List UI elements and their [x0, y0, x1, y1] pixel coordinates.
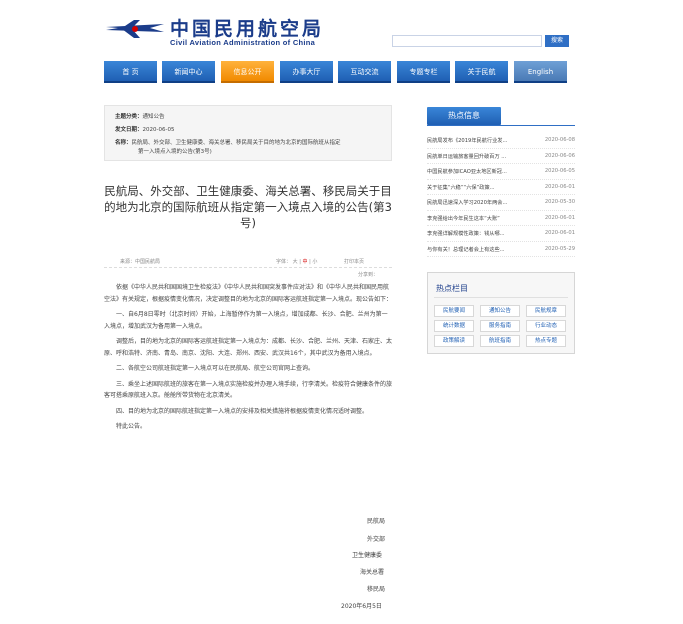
- site-title-en: Civil Aviation Administration of China: [170, 38, 316, 47]
- hot-item-date: 2020-05-30: [544, 199, 575, 205]
- article-paragraph: 三、乘坐上述国际航班的旅客在第一入境点实施检疫并办理入境手续，行李清关。检疫符合…: [104, 380, 393, 400]
- meta-date-value: 2020-06-05: [142, 127, 175, 133]
- article-paragraph: 特此公告。: [116, 423, 147, 430]
- hot-item-title[interactable]: 民航单日运输旅客量回升破百万 ...: [427, 153, 527, 160]
- hot-columns-box: 热点栏目 民航要闻 通知公告 民航规章 统计数据 服务指南 行业动态 政策解读 …: [427, 272, 575, 354]
- list-item[interactable]: 民航单日运输旅客量回升破百万 ... 2020-06-06: [427, 149, 575, 164]
- site-header: 中国民用航空局 Civil Aviation Administration of…: [0, 0, 683, 62]
- meta-date-label: 发文日期：: [115, 127, 143, 133]
- article-paragraph: 二、各航空公司航班指定第一入境点可以在民航局、航空公司官网上查询。: [116, 365, 315, 372]
- hot-item-date: 2020-06-05: [544, 168, 575, 174]
- article-paragraph: 四、目的地为北京的国际航班指定第一入境点的安排及相关措施将根据疫情变化情况适时调…: [116, 407, 369, 415]
- plane-logo-icon: [106, 20, 164, 38]
- list-item[interactable]: 民航局发布《2019年民航行业发... 2020-06-08: [427, 133, 575, 149]
- hot-info-title: 热点信息: [427, 107, 501, 125]
- search-button[interactable]: 搜索: [545, 35, 569, 47]
- meta-name-label: 名称：: [115, 140, 132, 146]
- hot-item-title[interactable]: 中国民航参加ICAO亚太地区新冠...: [427, 168, 527, 175]
- nav-topics[interactable]: 专题专栏: [397, 61, 450, 83]
- hot-item-date: 2020-06-01: [544, 183, 575, 190]
- signature-nia: 移民局: [367, 586, 386, 593]
- column-link-news[interactable]: 民航要闻: [434, 305, 474, 317]
- column-link-topics[interactable]: 热点专题: [526, 335, 566, 347]
- search-input[interactable]: [392, 35, 542, 47]
- font-large-button[interactable]: 大: [293, 259, 298, 265]
- column-link-notices[interactable]: 通知公告: [480, 305, 520, 317]
- list-item[interactable]: 中国民航参加ICAO亚太地区新冠... 2020-06-05: [427, 164, 575, 180]
- hot-item-title[interactable]: 李克强详解规模性政策：钱从哪...: [427, 230, 527, 237]
- list-item[interactable]: 李克强详解规模性政策：钱从哪... 2020-06-01: [427, 226, 575, 242]
- meta-subject-label: 主题分类：: [115, 114, 143, 120]
- font-medium-button[interactable]: 中: [303, 259, 308, 265]
- nav-about[interactable]: 关于民航: [455, 61, 508, 83]
- column-link-flight-guide[interactable]: 航班指南: [480, 335, 520, 347]
- hot-item-title[interactable]: 关于征集“六稳”“六保”政策...: [427, 184, 527, 191]
- hot-item-date: 2020-06-08: [544, 137, 575, 143]
- print-button[interactable]: 打印本页: [344, 258, 364, 265]
- font-label: 字体：: [276, 259, 292, 265]
- nav-news[interactable]: 新闻中心: [162, 61, 215, 83]
- list-item[interactable]: 关于征集“六稳”“六保”政策... 2020-06-01: [427, 180, 575, 195]
- nav-home[interactable]: 首 页: [104, 61, 157, 83]
- site-logo[interactable]: 中国民用航空局 Civil Aviation Administration of…: [104, 14, 344, 48]
- main-nav: 首 页 新闻中心 信息公开 办事大厅 互动交流 专题专栏 关于民航 Englis…: [104, 61, 570, 83]
- article-paragraph: 调整后，目的地为北京的国际客运航班指定第一入境点为：成都、长沙、合肥、兰州、天津…: [104, 338, 393, 357]
- hot-item-date: 2020-06-06: [544, 152, 575, 159]
- meta-name-value-1: 民航局、外交部、卫生健康委、海关总署、移民局关于目的地为北京的国际航班从指定: [131, 140, 341, 146]
- list-item[interactable]: 民航局迅速深入学习2020年两会... 2020-05-30: [427, 195, 575, 211]
- article-paragraph: 一、自6月8日零时（北京时间）开始，上海暂停作为第一入境点，增加成都、长沙、合肥…: [104, 311, 388, 330]
- nav-interaction[interactable]: 互动交流: [338, 61, 391, 83]
- hot-item-title[interactable]: 民航局迅速深入学习2020年两会...: [427, 199, 527, 206]
- list-item[interactable]: 李克强给出今年民生这本“大账” 2020-06-01: [427, 211, 575, 226]
- meta-name: 名称：民航局、外交部、卫生健康委、海关总署、移民局关于目的地为北京的国际航班从指…: [115, 138, 341, 146]
- article-toolbar: 来源：中国民航局 字体： 大 | 中 | 小 打印本页: [104, 256, 392, 268]
- hot-info-list: 民航局发布《2019年民航行业发... 2020-06-08 民航单日运输旅客量回…: [427, 133, 575, 257]
- font-small-button[interactable]: 小: [312, 259, 317, 265]
- hot-item-date: 2020-05-29: [544, 245, 575, 252]
- column-link-industry[interactable]: 行业动态: [526, 320, 566, 332]
- font-size-control: 字体： 大 | 中 | 小: [276, 259, 318, 265]
- share-label: 分享到：: [358, 272, 379, 278]
- article-title: 民航局、外交部、卫生健康委、海关总署、移民局关于目的地为北京的国际航班从指定第一…: [104, 184, 392, 230]
- nav-english[interactable]: English: [514, 61, 567, 83]
- signature-date: 2020年6月5日: [341, 603, 382, 610]
- article-source: 来源：中国民航局: [120, 259, 161, 265]
- hot-item-title[interactable]: 民航局发布《2019年民航行业发...: [427, 137, 527, 144]
- nav-info-disclosure[interactable]: 信息公开: [221, 61, 274, 83]
- hot-item-title[interactable]: 李克强给出今年民生这本“大账”: [427, 215, 527, 222]
- hot-columns-divider: [434, 297, 568, 298]
- hot-columns-title: 热点栏目: [436, 284, 468, 293]
- signature-nhc: 卫生健康委: [352, 552, 383, 559]
- site-title-cn: 中国民用航空局: [170, 18, 325, 40]
- signature-customs: 海关总署: [360, 569, 385, 576]
- article-paragraph: 依据《中华人民共和国国境卫生检疫法》《中华人民共和国突发事件应对法》和《中华人民…: [104, 284, 393, 303]
- hot-item-date: 2020-06-01: [544, 214, 575, 221]
- column-link-regulations[interactable]: 民航规章: [526, 305, 566, 317]
- hot-item-title[interactable]: 与你有关！总理记者会上有这些...: [427, 246, 527, 253]
- meta-name-value-2: 第一入境点入境的公告(第3号): [138, 149, 212, 155]
- column-link-policy[interactable]: 政策解读: [434, 335, 474, 347]
- article-body: 依据《中华人民共和国国境卫生检疫法》《中华人民共和国突发事件应对法》和《中华人民…: [104, 282, 392, 437]
- column-link-statistics[interactable]: 统计数据: [434, 320, 474, 332]
- meta-name-cont: 第一入境点入境的公告(第3号): [138, 147, 212, 155]
- meta-date: 发文日期：2020-06-05: [115, 125, 174, 133]
- hot-item-date: 2020-06-01: [544, 230, 575, 236]
- nav-service-hall[interactable]: 办事大厅: [280, 61, 333, 83]
- column-link-service-guide[interactable]: 服务指南: [480, 320, 520, 332]
- list-item[interactable]: 与你有关！总理记者会上有这些... 2020-05-29: [427, 242, 575, 257]
- meta-subject: 主题分类：通知公告: [115, 112, 165, 120]
- signature-mfa: 外交部: [367, 536, 386, 543]
- signature-caac: 民航局: [367, 518, 386, 525]
- hot-info-divider: [427, 125, 575, 126]
- meta-subject-value: 通知公告: [142, 114, 165, 120]
- document-meta: 主题分类：通知公告 发文日期：2020-06-05 名称：民航局、外交部、卫生健…: [104, 105, 392, 161]
